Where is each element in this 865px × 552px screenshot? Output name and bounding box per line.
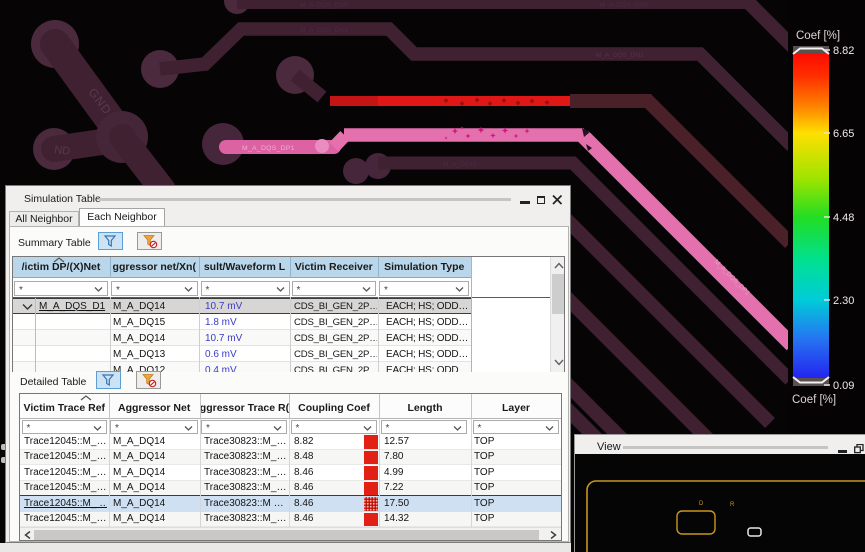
svg-text:4.48: 4.48 (833, 212, 854, 224)
svg-text:2.30: 2.30 (833, 295, 854, 307)
svg-text:D: D (699, 501, 704, 507)
svg-text:M_A_DQS_DN1: M_A_DQS_DN1 (596, 52, 644, 59)
svg-text:M_A_DQS_DN0: M_A_DQS_DN0 (600, 2, 648, 9)
svg-text:Coef [%]: Coef [%] (796, 30, 840, 42)
svg-text:R: R (730, 502, 735, 508)
svg-text:8.82: 8.82 (833, 45, 854, 57)
svg-text:M_A_DQ15: M_A_DQ15 (443, 161, 477, 168)
svg-text:ND: ND (54, 144, 71, 158)
svg-text:Coef [%]: Coef [%] (792, 394, 836, 406)
svg-text:M_A_DQS_DN1: M_A_DQS_DN1 (300, 27, 348, 34)
svg-text:6.65: 6.65 (833, 128, 854, 140)
svg-text:M_A_DQS_DP1: M_A_DQS_DP1 (242, 145, 295, 152)
svg-text:0.09: 0.09 (833, 380, 854, 392)
svg-text:M_A_DQS_DN0: M_A_DQS_DN0 (300, 2, 348, 9)
